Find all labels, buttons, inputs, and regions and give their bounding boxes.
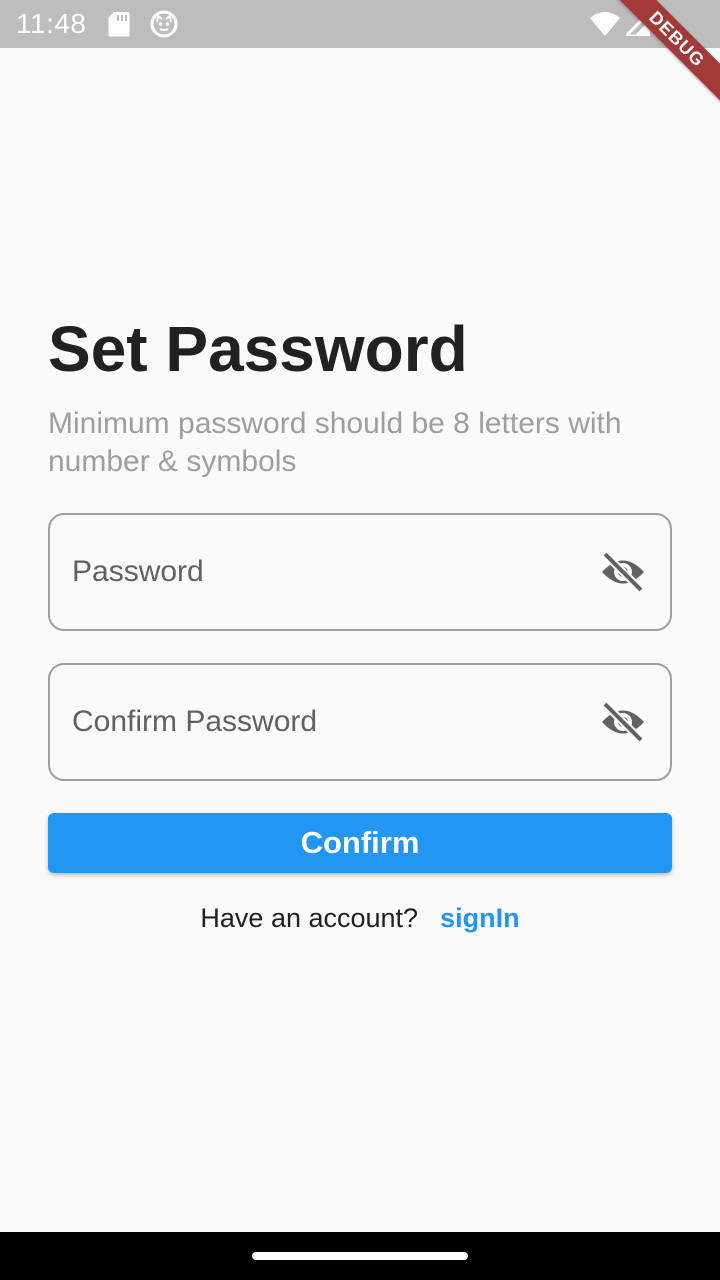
debug-banner: DEBUG <box>600 0 720 120</box>
confirm-button[interactable]: Confirm <box>48 813 672 873</box>
home-gesture-handle[interactable] <box>252 1252 468 1260</box>
cat-face-icon <box>150 10 178 43</box>
confirm-password-field[interactable] <box>48 663 672 781</box>
sd-card-icon <box>108 11 130 42</box>
password-field[interactable] <box>48 513 672 631</box>
navigation-bar <box>0 1232 720 1280</box>
password-input[interactable] <box>72 515 572 629</box>
signin-link[interactable]: signIn <box>440 903 520 933</box>
eye-off-icon[interactable] <box>600 701 646 743</box>
signin-prompt: Have an account? <box>200 903 419 933</box>
page-title: Set Password <box>48 313 468 385</box>
status-time: 11:48 <box>16 8 87 39</box>
eye-off-icon[interactable] <box>600 551 646 593</box>
signin-row: Have an account? signIn <box>0 903 720 934</box>
debug-label: DEBUG <box>607 0 720 109</box>
page-subtitle: Minimum password should be 8 letters wit… <box>48 407 622 478</box>
confirm-password-input[interactable] <box>72 665 572 779</box>
